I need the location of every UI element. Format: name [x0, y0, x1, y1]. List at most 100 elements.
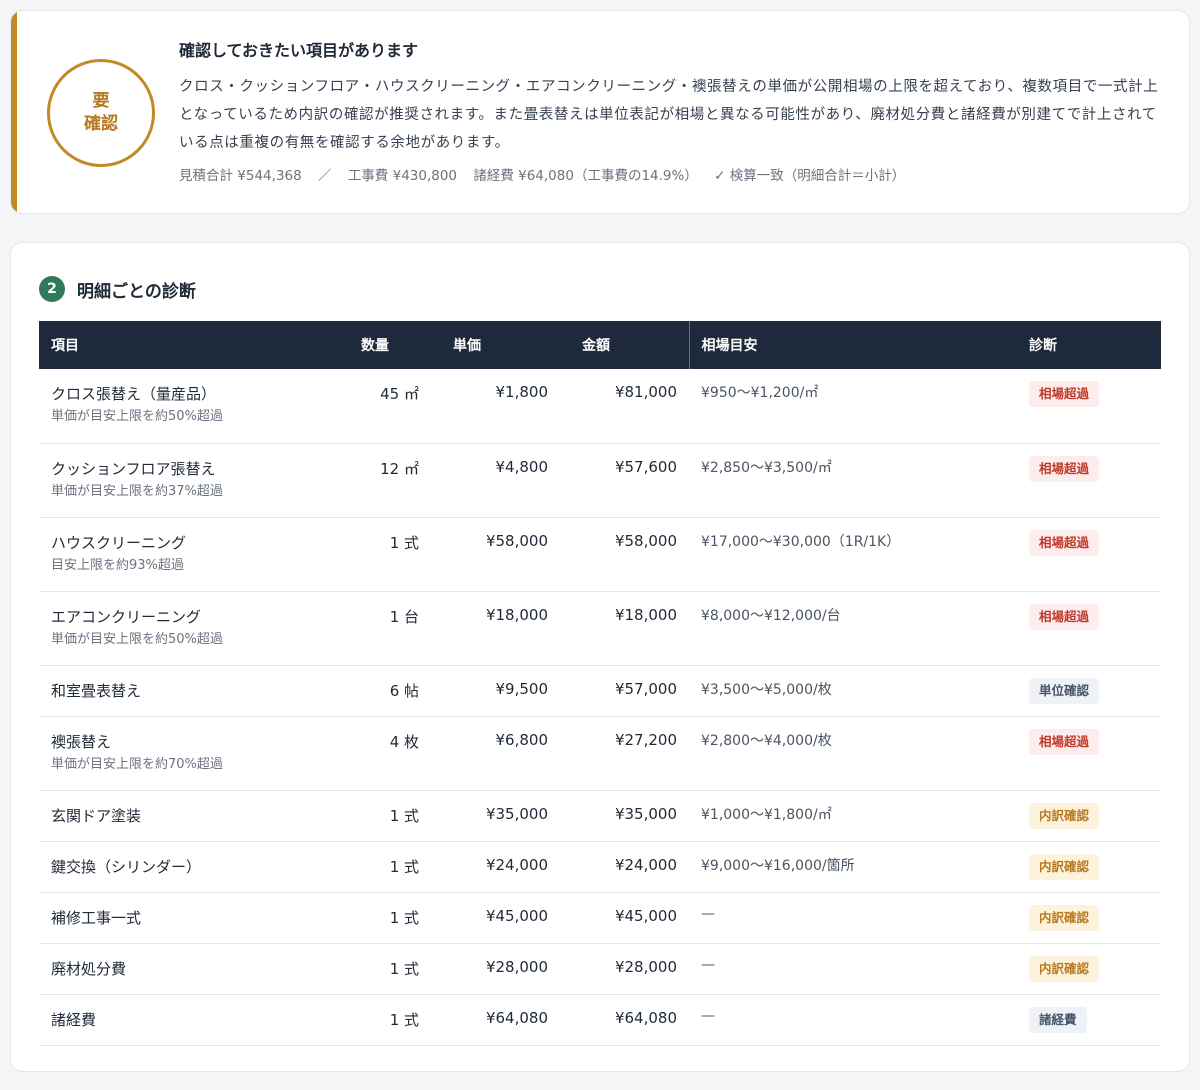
cell-qty: 1 式 — [325, 994, 431, 1046]
cell-diagnosis: 相場超過 — [1017, 517, 1161, 592]
header-item: 項目 — [39, 321, 325, 369]
cell-market: ¥2,850〜¥3,500/㎡ — [689, 443, 1017, 518]
item-name: クッションフロア張替え — [51, 459, 216, 478]
table-row: クロス張替え（量産品） 単価が目安上限を約50%超過 45 ㎡ ¥1,800 ¥81,0… — [39, 369, 1161, 444]
detail-card: 2 明細ごとの診断 項目 数量 単価 金額 相場目安 診断 クロス張替え（量産品… — [10, 242, 1190, 1072]
cell-qty: 12 ㎡ — [325, 443, 431, 518]
item-note: 単価が目安上限を約37%超過 — [51, 483, 223, 499]
cell-market: ¥17,000〜¥30,000（1R/1K） — [689, 517, 1017, 592]
diagnosis-badge: 相場超過 — [1029, 455, 1100, 482]
cell-unit-price: ¥35,000 — [431, 790, 560, 842]
cell-amount: ¥81,000 — [560, 369, 689, 444]
cell-amount: ¥45,000 — [560, 892, 689, 944]
table-row: クッションフロア張替え 単価が目安上限を約37%超過 12 ㎡ ¥4,800 ¥57,6… — [39, 443, 1161, 518]
item-name: 襖張替え — [51, 732, 112, 751]
table-row: 和室畳表替え 6 帖 ¥9,500 ¥57,000 ¥3,500〜¥5,000/枚 単位確… — [39, 665, 1161, 717]
summary-card: 要 確認 確認しておきたい項目があります クロス・クッションフロア・ハウスクリー… — [10, 10, 1190, 214]
cell-market: ¥9,000〜¥16,000/箇所 — [689, 841, 1017, 893]
item-note: 目安上限を約93%超過 — [51, 557, 184, 573]
table-row: 玄関ドア塗装 1 式 ¥35,000 ¥35,000 ¥1,000〜¥1,800/㎡ 内訳… — [39, 790, 1161, 842]
items-table: 項目 数量 単価 金額 相場目安 診断 クロス張替え（量産品） 単価が目安上限を約… — [39, 321, 1161, 1046]
diagnosis-badge: 内訳確認 — [1029, 853, 1100, 880]
cell-amount: ¥28,000 — [560, 943, 689, 995]
cell-unit-price: ¥28,000 — [431, 943, 560, 995]
item-note: 単価が目安上限を約50%超過 — [51, 409, 223, 424]
cell-market: ¥1,000〜¥1,800/㎡ — [689, 790, 1017, 842]
cell-unit-price: ¥4,800 — [431, 443, 560, 518]
accent-bar — [11, 11, 17, 213]
meta-divider: ／ — [318, 168, 332, 184]
cell-amount: ¥27,200 — [560, 716, 689, 791]
cell-item: 和室畳表替え — [39, 665, 325, 717]
summary-body: クロス・クッションフロア・ハウスクリーニング・エアコンクリーニング・襖張替えの単… — [179, 79, 1159, 151]
cell-qty: 1 式 — [325, 841, 431, 893]
table-row: エアコンクリーニング 単価が目安上限を約50%超過 1 台 ¥18,000 ¥18,00… — [39, 591, 1161, 666]
cell-market: — — [689, 994, 1017, 1046]
diagnosis-badge: 相場超過 — [1029, 529, 1100, 556]
cell-qty: 6 帖 — [325, 665, 431, 717]
cell-market: — — [689, 892, 1017, 944]
cell-amount: ¥24,000 — [560, 841, 689, 893]
item-name: ハウスクリーニング — [51, 533, 187, 552]
cell-diagnosis: 相場超過 — [1017, 591, 1161, 666]
cell-unit-price: ¥6,800 — [431, 716, 560, 791]
table-row: 鍵交換（シリンダー） 1 式 ¥24,000 ¥24,000 ¥9,000〜¥16,00… — [39, 841, 1161, 893]
diagnosis-badge: 相場超過 — [1029, 603, 1100, 630]
cell-unit-price: ¥64,080 — [431, 994, 560, 1046]
item-name: クロス張替え（量産品） — [51, 385, 217, 403]
cell-amount: ¥18,000 — [560, 591, 689, 666]
caution-badge: 要 確認 — [47, 59, 155, 167]
summary-content: 確認しておきたい項目があります クロス・クッションフロア・ハウスクリーニング・エ… — [179, 39, 1169, 187]
table-row: 襖張替え 単価が目安上限を約70%超過 4 枚 ¥6,800 ¥27,200 ¥2,800… — [39, 716, 1161, 791]
item-name: 諸経費 — [51, 1010, 97, 1029]
construction-cost: 工事費 ¥430,800 — [347, 168, 458, 184]
estimate-total: 見積合計 ¥544,368 — [179, 168, 302, 184]
cell-unit-price: ¥18,000 — [431, 591, 560, 666]
cell-amount: ¥64,080 — [560, 994, 689, 1046]
cell-item: クッションフロア張替え 単価が目安上限を約37%超過 — [39, 443, 325, 518]
cell-qty: 1 式 — [325, 790, 431, 842]
cell-qty: 1 台 — [325, 591, 431, 666]
cell-item: エアコンクリーニング 単価が目安上限を約50%超過 — [39, 591, 325, 666]
cell-qty: 4 枚 — [325, 716, 431, 791]
cell-item: 鍵交換（シリンダー） — [39, 841, 325, 893]
cell-market: ¥950〜¥1,200/㎡ — [689, 369, 1017, 444]
item-name: エアコンクリーニング — [51, 607, 202, 626]
cell-qty: 1 式 — [325, 517, 431, 592]
cell-qty: 1 式 — [325, 892, 431, 944]
header-amount: 金額 — [560, 321, 689, 369]
item-name: 玄関ドア塗装 — [51, 806, 142, 825]
cell-amount: ¥57,000 — [560, 665, 689, 717]
diagnosis-badge: 内訳確認 — [1029, 955, 1100, 982]
diagnosis-badge: 内訳確認 — [1029, 802, 1100, 829]
cell-unit-price: ¥1,800 — [431, 369, 560, 444]
cell-item: クロス張替え（量産品） 単価が目安上限を約50%超過 — [39, 369, 325, 444]
summary-meta: 見積合計 ¥544,368 ／ 工事費 ¥430,800 諸経費 ¥64,080… — [179, 165, 1169, 187]
diagnosis-badge: 諸経費 — [1029, 1006, 1087, 1033]
header-market: 相場目安 — [688, 321, 1017, 369]
cell-unit-price: ¥58,000 — [431, 517, 560, 592]
table-row: 諸経費 1 式 ¥64,080 ¥64,080— 諸経費 — [39, 994, 1161, 1046]
cell-diagnosis: 内訳確認 — [1017, 841, 1161, 893]
item-name: 廃材処分費 — [51, 959, 127, 978]
table-header-row: 項目 数量 単価 金額 相場目安 診断 — [39, 321, 1161, 369]
cell-unit-price: ¥45,000 — [431, 892, 560, 944]
cell-market: ¥3,500〜¥5,000/枚 — [689, 665, 1017, 717]
cell-market: ¥8,000〜¥12,000/台 — [689, 591, 1017, 666]
summary-title: 確認しておきたい項目があります — [179, 41, 419, 60]
cell-market: ¥2,800〜¥4,000/枚 — [689, 716, 1017, 791]
cell-diagnosis: 内訳確認 — [1017, 790, 1161, 842]
cell-item: 補修工事一式 — [39, 892, 325, 944]
cell-amount: ¥35,000 — [560, 790, 689, 842]
cell-item: 廃材処分費 — [39, 943, 325, 995]
cell-amount: ¥57,600 — [560, 443, 689, 518]
diagnosis-badge: 単位確認 — [1029, 677, 1100, 704]
cell-qty: 1 式 — [325, 943, 431, 995]
caution-badge-line2: 確認 — [84, 114, 118, 134]
header-unit-price: 単価 — [431, 321, 560, 369]
cell-unit-price: ¥24,000 — [431, 841, 560, 893]
step-badge: 2 — [39, 276, 65, 302]
cell-diagnosis: 内訳確認 — [1017, 892, 1161, 944]
expenses-cost: 諸経費 ¥64,080（工事費の14.9%） — [473, 168, 698, 184]
diagnosis-badge: 内訳確認 — [1029, 904, 1100, 931]
